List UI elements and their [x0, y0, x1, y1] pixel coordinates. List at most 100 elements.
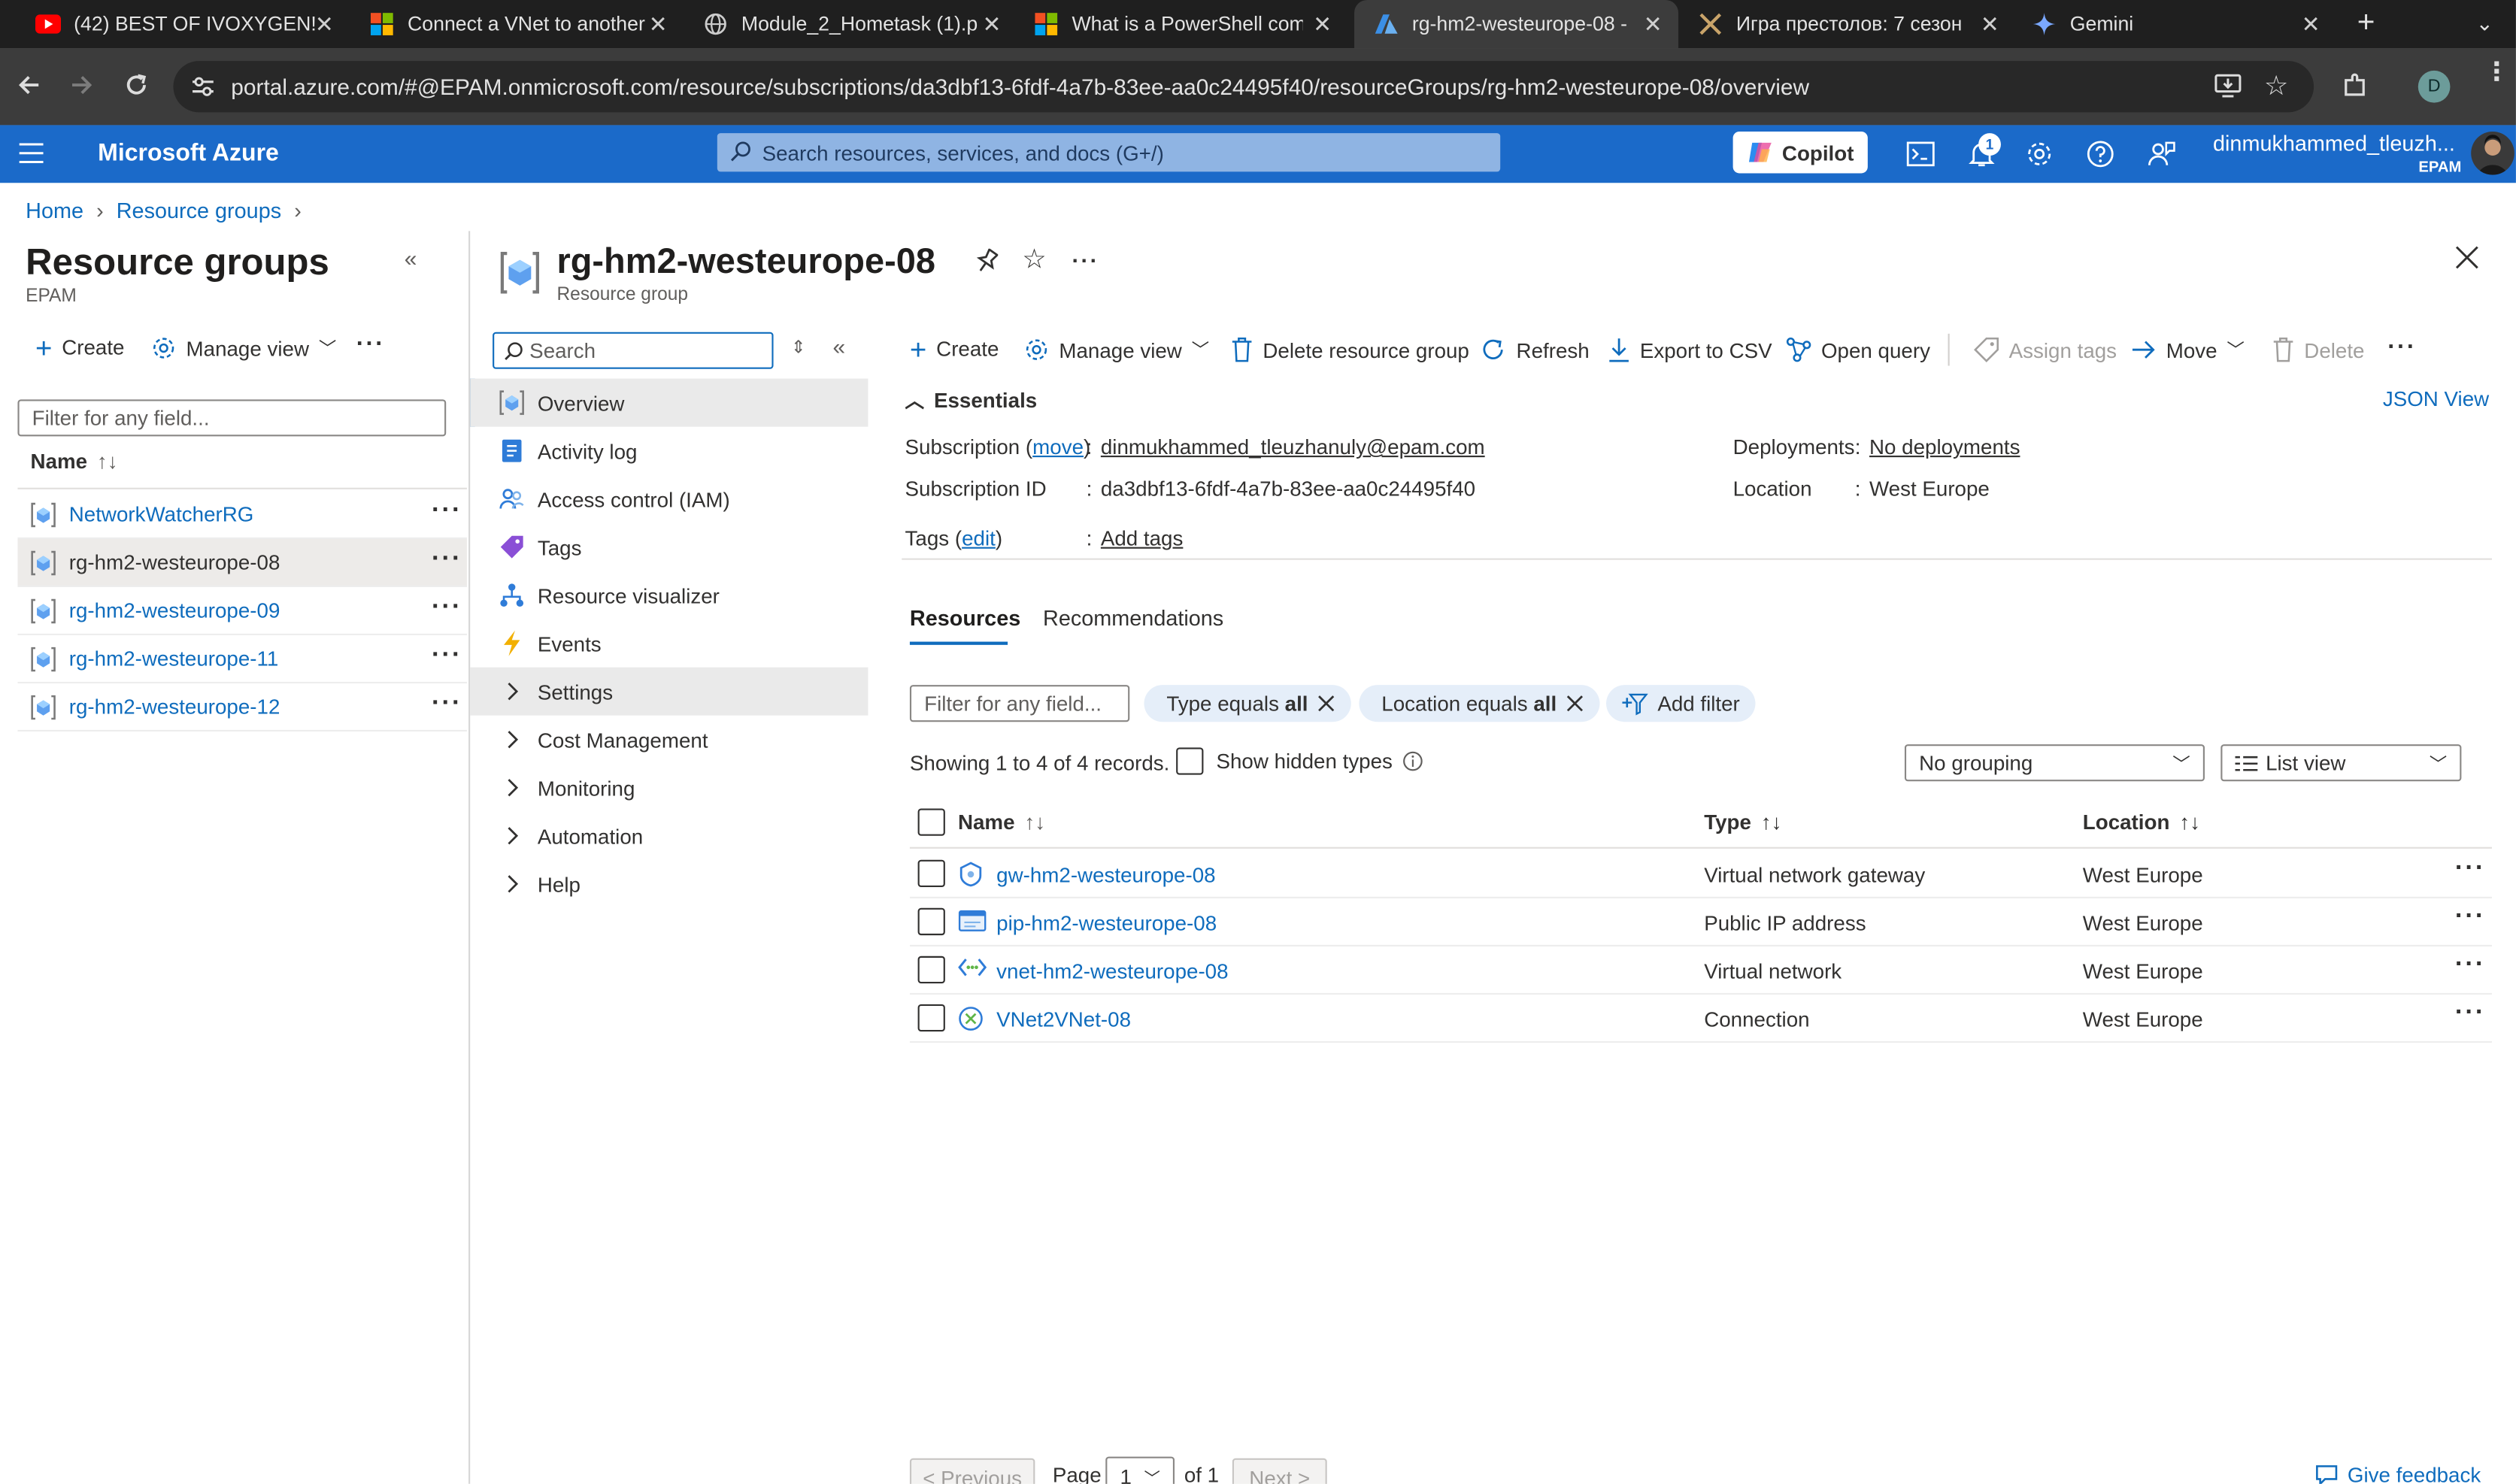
delete-button[interactable]: Delete [2272, 337, 2364, 362]
more-options-icon[interactable]: ··· [1072, 247, 1099, 273]
tab-search-icon[interactable]: ⌄ [2476, 11, 2493, 37]
help-icon[interactable] [2086, 140, 2114, 168]
collapse-pane-icon[interactable]: « [405, 245, 417, 271]
location-filter-pill[interactable]: Location equals all [1359, 685, 1600, 722]
row-more-icon[interactable]: ··· [432, 546, 462, 574]
table-row[interactable]: vnet-hm2-westeurope-08 Virtual network Wes… [909, 946, 2492, 995]
rg-name[interactable]: rg-hm2-westeurope-08 [69, 550, 280, 574]
menu-item-help[interactable]: Help [470, 860, 868, 908]
browser-tab[interactable]: Gemini ✕ [2015, 0, 2336, 48]
close-tab-icon[interactable]: ✕ [649, 11, 668, 38]
menu-item-events[interactable]: Events [470, 619, 868, 668]
row-checkbox[interactable] [917, 907, 945, 936]
menu-item-automation[interactable]: Automation [470, 812, 868, 860]
browser-tab[interactable]: Connect a VNet to another ✕ [334, 0, 684, 48]
essentials-toggle[interactable]: ︿ Essentials [905, 386, 1038, 413]
create-rg-button[interactable]: + Create [35, 333, 125, 362]
browser-menu-icon[interactable]: ⋮ [2484, 60, 2509, 86]
browser-tab[interactable]: Module_2_Hometask (1).p ✕ [668, 0, 1017, 48]
close-tab-icon[interactable]: ✕ [2302, 11, 2320, 38]
manage-view-button[interactable]: Manage view ﹀ [151, 335, 336, 361]
browser-tab-active[interactable]: rg-hm2-westeurope-08 - ✕ [1354, 0, 1679, 49]
row-checkbox[interactable] [917, 859, 945, 888]
rg-name[interactable]: NetworkWatcherRG [69, 502, 254, 526]
site-info-icon[interactable] [191, 75, 215, 98]
more-options-icon[interactable]: ··· [356, 331, 385, 358]
name-column-header[interactable]: Name ↑↓ [31, 449, 118, 473]
close-tab-icon[interactable]: ✕ [315, 11, 334, 38]
table-row[interactable]: VNet2VNet-08 Connection West Europe ··· [909, 995, 2492, 1043]
menu-item-activity-log[interactable]: Activity log [470, 427, 868, 475]
add-tags-link[interactable]: Add tags [1101, 526, 1184, 550]
more-options-icon[interactable]: ··· [2387, 334, 2416, 361]
extensions-icon[interactable] [2341, 72, 2368, 99]
info-icon[interactable] [1402, 751, 1423, 772]
rg-name[interactable]: rg-hm2-westeurope-09 [69, 598, 280, 622]
close-tab-icon[interactable]: ✕ [1981, 11, 1999, 38]
menu-item-overview[interactable]: Overview [470, 378, 868, 427]
favorite-star-icon[interactable]: ☆ [1022, 244, 1047, 276]
rg-list-item[interactable]: rg-hm2-westeurope-11 ··· [17, 635, 467, 684]
menu-item-tags[interactable]: Tags [470, 523, 868, 571]
install-app-icon[interactable] [2214, 74, 2242, 98]
move-button[interactable]: Move ﹀ [2131, 337, 2245, 362]
bookmark-star-icon[interactable]: ☆ [2264, 71, 2289, 103]
row-more-icon[interactable]: ··· [2455, 903, 2486, 931]
rg-list-item[interactable]: NetworkWatcherRG ··· [17, 491, 467, 539]
export-csv-button[interactable]: Export to CSV [1608, 337, 1772, 362]
cloud-shell-icon[interactable] [1906, 140, 1935, 168]
azure-brand[interactable]: Microsoft Azure [98, 140, 279, 167]
type-column-header[interactable]: Type ↑↓ [1704, 810, 1781, 834]
profile-avatar[interactable]: D [2417, 70, 2451, 103]
give-feedback-link[interactable]: Give feedback [2315, 1463, 2481, 1484]
rg-list-item[interactable]: rg-hm2-westeurope-09 ··· [17, 587, 467, 636]
edit-tags-link[interactable]: edit [962, 526, 996, 550]
feedback-icon[interactable] [2147, 140, 2175, 168]
user-name[interactable]: dinmukhammed_tleuzh... [2213, 132, 2455, 156]
browser-tab[interactable]: What is a PowerShell com ✕ [998, 0, 1347, 48]
close-blade-icon[interactable] [2455, 245, 2479, 269]
open-query-button[interactable]: Open query [1786, 337, 1930, 362]
location-column-header[interactable]: Location ↑↓ [2083, 810, 2200, 834]
pin-icon[interactable] [975, 248, 999, 274]
settings-gear-icon[interactable] [2025, 140, 2054, 168]
copilot-button[interactable]: Copilot [1732, 131, 1868, 174]
new-tab-icon[interactable]: + [2357, 7, 2375, 42]
rg-filter-input[interactable]: Filter for any field... [17, 399, 447, 437]
delete-resource-group-button[interactable]: Delete resource group [1231, 337, 1469, 362]
breadcrumb-home[interactable]: Home [26, 199, 83, 223]
menu-item-settings[interactable]: Settings [470, 667, 868, 716]
subscription-link[interactable]: dinmukhammed_tleuzhanuly@epam.com [1101, 435, 1485, 459]
row-more-icon[interactable]: ··· [432, 498, 462, 526]
hamburger-menu-icon[interactable] [19, 143, 44, 164]
deployments-link[interactable]: No deployments [1869, 435, 2020, 459]
rg-list-item[interactable]: rg-hm2-westeurope-12 ··· [17, 683, 467, 732]
close-tab-icon[interactable]: ✕ [1644, 11, 1663, 38]
resource-name-link[interactable]: VNet2VNet-08 [996, 1007, 1131, 1031]
resource-name-link[interactable]: pip-hm2-westeurope-08 [996, 911, 1217, 935]
browser-tab[interactable]: Игра престолов: 7 сезон ✕ [1678, 0, 2015, 48]
menu-item-monitoring[interactable]: Monitoring [470, 764, 868, 812]
previous-page-button[interactable]: < Previous [909, 1458, 1035, 1484]
resource-name-link[interactable]: gw-hm2-westeurope-08 [996, 863, 1215, 887]
row-more-icon[interactable]: ··· [2455, 999, 2486, 1028]
show-hidden-types-checkbox[interactable]: Show hidden types [1176, 747, 1423, 775]
rg-list-item[interactable]: rg-hm2-westeurope-08 ··· [17, 538, 467, 588]
refresh-button[interactable]: Refresh [1481, 337, 1590, 362]
menu-item-access-control-iam[interactable]: Access control (IAM) [470, 475, 868, 523]
row-checkbox[interactable] [917, 956, 945, 984]
forward-icon[interactable] [69, 72, 95, 98]
resources-filter-input[interactable]: Filter for any field... [909, 685, 1130, 722]
row-more-icon[interactable]: ··· [432, 594, 462, 622]
json-view-link[interactable]: JSON View [2383, 386, 2489, 410]
rg-name[interactable]: rg-hm2-westeurope-12 [69, 695, 280, 719]
close-tab-icon[interactable]: ✕ [1313, 11, 1332, 38]
close-icon[interactable] [1317, 695, 1335, 712]
breadcrumb-resource-groups[interactable]: Resource groups [117, 199, 281, 223]
next-page-button[interactable]: Next > [1232, 1458, 1327, 1484]
table-row[interactable]: pip-hm2-westeurope-08 Public IP address We… [909, 898, 2492, 947]
grouping-dropdown[interactable]: No grouping ﹀ [1904, 744, 2205, 782]
browser-tab[interactable]: (42) BEST OF IVOXYGEN! ✕ [0, 0, 350, 48]
checkbox[interactable] [1176, 747, 1204, 775]
type-filter-pill[interactable]: Type equals all [1144, 685, 1352, 722]
